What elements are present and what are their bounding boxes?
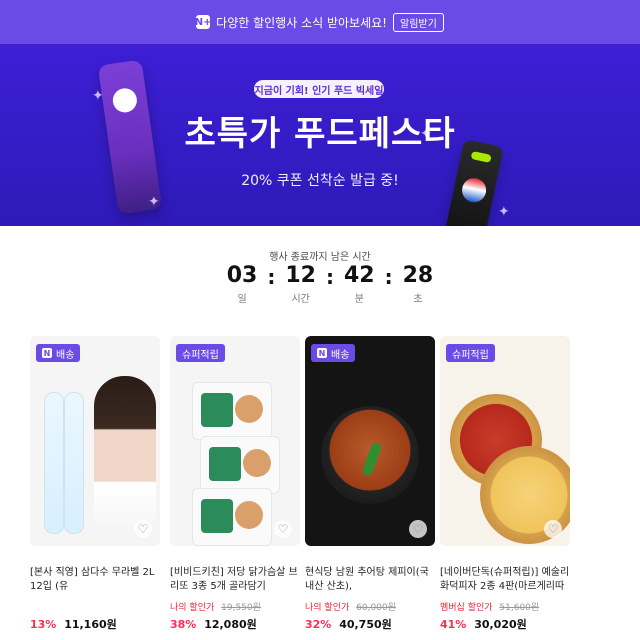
sparkle-icon: ✦: [92, 88, 104, 104]
sale-price: 30,020원: [474, 618, 527, 631]
price-row: 13% 11,160원: [30, 616, 160, 632]
product-card[interactable]: 슈퍼적립 ♡ [비비드키친] 저당 닭가슴살 브리또 3종 5개 골라담기 나의…: [170, 336, 300, 636]
pepsi-logo-icon: [459, 175, 489, 205]
product-image[interactable]: 슈퍼적립 ♡: [170, 336, 300, 546]
pack-label: [201, 499, 233, 533]
lime-icon: [470, 150, 492, 163]
price-row: 38% 12,080원: [170, 616, 300, 632]
countdown-minutes-value: 42: [344, 263, 375, 288]
discount-rate: 41%: [440, 618, 467, 631]
product-card[interactable]: 슈퍼적립 ♡ [네이버단독(슈퍼적립)] 예술리 화덕피자 2종 4판(마르게리…: [440, 336, 570, 636]
price-row: 32% 40,750원: [305, 616, 435, 632]
countdown-days: 03 일: [226, 263, 258, 306]
hero-title: 초특가 푸드페스타: [184, 114, 456, 154]
product-card[interactable]: N 배송 ♡ 현식당 남원 추어탕 제피이(국내산 산초), 나의 할인가 60…: [305, 336, 435, 636]
wishlist-heart-icon[interactable]: ♡: [134, 520, 152, 538]
notice-text: 다양한 할인행사 소식 받아보세요!: [216, 15, 387, 30]
price-row: 41% 30,020원: [440, 616, 570, 632]
delivery-badge: N 배송: [311, 344, 356, 362]
pack-label: [209, 447, 241, 481]
countdown-minutes-label: 분: [354, 294, 364, 305]
burrito-pack-image: [200, 436, 280, 494]
sale-price: 12,080원: [204, 618, 257, 631]
water-bottle-image: [64, 392, 84, 534]
wishlist-heart-icon[interactable]: ♡: [544, 520, 562, 538]
original-price: 60,000원: [356, 603, 396, 613]
super-reward-badge: 슈퍼적립: [176, 344, 225, 362]
naver-n-icon: N: [317, 348, 327, 358]
countdown-seconds: 28 초: [402, 263, 434, 306]
original-price-row: 나의 할인가 60,000원: [305, 600, 435, 613]
countdown-seconds-label: 초: [413, 294, 423, 305]
naver-plus-icon: N+: [194, 15, 212, 29]
delivery-badge: N 배송: [36, 344, 81, 362]
countdown-hours-value: 12: [285, 263, 316, 288]
original-price-label: 나의 할인가: [170, 603, 215, 613]
countdown-separator: :: [384, 265, 393, 289]
badge-label: 배송: [331, 349, 350, 361]
product-image[interactable]: 슈퍼적립 ♡: [440, 336, 570, 546]
badge-label: 슈퍼적립: [452, 349, 489, 361]
sparkle-icon: ✦: [148, 194, 160, 210]
countdown-seconds-value: 28: [402, 263, 434, 288]
super-reward-badge: 슈퍼적립: [446, 344, 495, 362]
countdown-separator: :: [326, 265, 334, 289]
hero-pill: 지금이 기회! 인기 푸드 빅세일: [254, 80, 384, 98]
pack-label: [201, 393, 233, 427]
original-price-label: 나의 할인가: [305, 603, 350, 613]
countdown-minutes: 42 분: [344, 263, 375, 306]
countdown-separator: :: [267, 265, 276, 289]
original-price-label: 멤버십 할인가: [440, 603, 493, 613]
product-name[interactable]: [네이버단독(슈퍼적립)] 예술리 화덕피자 2종 4판(마르게리따2+고르곤졸…: [440, 566, 570, 594]
burrito-pack-image: [192, 488, 272, 546]
product-name[interactable]: [본사 직영] 삼다수 무라벨 2L 12입 (유: [30, 566, 160, 594]
countdown-title: 행사 종료까지 남은 시간: [269, 252, 371, 263]
wishlist-heart-icon[interactable]: ♡: [274, 520, 292, 538]
product-name[interactable]: [비비드키친] 저당 닭가슴살 브리또 3종 5개 골라담기: [170, 566, 300, 594]
burrito-pack-image: [192, 382, 272, 440]
original-price: 19,550원: [221, 603, 261, 613]
badge-label: 슈퍼적립: [182, 349, 219, 361]
original-price: 51,600원: [499, 603, 540, 613]
water-bottle-image: [44, 392, 64, 534]
pack-food: [243, 449, 271, 477]
countdown-timer: 03 일 : 12 시간 : 42 분 : 28 초: [220, 263, 440, 306]
hero-banner[interactable]: ✦ ✦ ✦ ✦ 지금이 기회! 인기 푸드 빅세일 초특가 푸드페스타 20% …: [0, 44, 640, 226]
badge-label: 배송: [56, 349, 75, 361]
original-price-row: 나의 할인가 19,550원: [170, 600, 300, 613]
notify-me-button[interactable]: 알림받기: [393, 12, 444, 32]
sparkle-icon: ✦: [498, 204, 510, 220]
original-price-row: 멤버십 할인가 51,600원: [440, 600, 570, 613]
model-image: [94, 376, 156, 526]
top-notice-bar: N+ 다양한 할인행사 소식 받아보세요! 알림받기: [0, 0, 640, 44]
product-name[interactable]: 현식당 남원 추어탕 제피이(국내산 산초),: [305, 566, 435, 594]
product-list: N 배송 ♡ [본사 직영] 삼다수 무라벨 2L 12입 (유 13% 11,…: [30, 336, 620, 636]
discount-rate: 38%: [170, 618, 197, 631]
pack-food: [235, 501, 263, 529]
hero-subtitle: 20% 쿠폰 선착순 발급 중!: [241, 173, 399, 189]
sale-price: 11,160원: [64, 618, 117, 631]
original-price-row: [30, 600, 160, 610]
product-image[interactable]: N 배송 ♡: [30, 336, 160, 546]
countdown-hours-label: 시간: [291, 294, 310, 305]
pack-food: [235, 395, 263, 423]
countdown-section: 행사 종료까지 남은 시간 03 일 : 12 시간 : 42 분 : 28 초: [0, 246, 640, 316]
countdown-days-label: 일: [237, 294, 247, 305]
discount-rate: 13%: [30, 618, 57, 631]
product-image[interactable]: N 배송 ♡: [305, 336, 435, 546]
wishlist-heart-icon[interactable]: ♡: [409, 520, 427, 538]
countdown-hours: 12 시간: [285, 263, 316, 306]
product-card[interactable]: N 배송 ♡ [본사 직영] 삼다수 무라벨 2L 12입 (유 13% 11,…: [30, 336, 160, 636]
garnish-leaf-icon: [361, 441, 383, 477]
countdown-days-value: 03: [226, 263, 258, 288]
discount-rate: 32%: [305, 618, 332, 631]
sale-price: 40,750원: [339, 618, 392, 631]
soup-bowl-image: [321, 406, 419, 504]
naver-n-icon: N: [42, 348, 52, 358]
